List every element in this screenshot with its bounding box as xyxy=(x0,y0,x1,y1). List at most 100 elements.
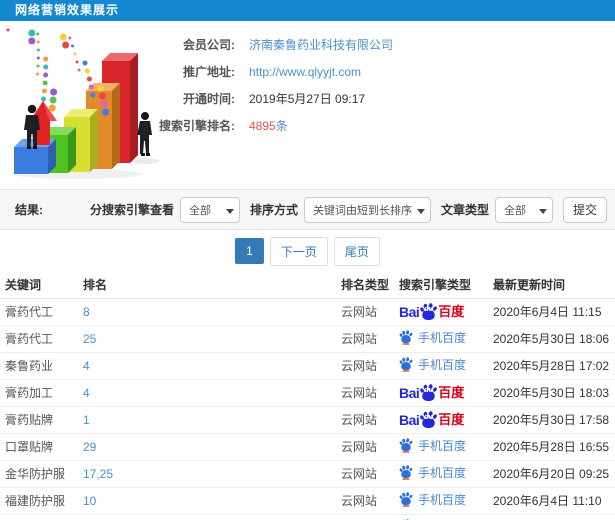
baidu-paw-icon xyxy=(399,491,413,507)
results-label: 结果: xyxy=(15,203,43,217)
next-page-button[interactable]: 下一页 xyxy=(269,236,328,266)
baidu-mobile-badge[interactable]: 手机百度 xyxy=(399,437,466,454)
table-row: 口罩贴牌 29 云网站 手机百度 2020年5月28日 16:55 xyxy=(0,433,615,461)
caret-down-icon xyxy=(538,208,547,214)
keyword-cell: 秦鲁药业 xyxy=(5,359,54,373)
rank-link[interactable]: 8 xyxy=(83,305,90,319)
baidu-mobile-label: 手机百度 xyxy=(418,330,467,345)
update-time-cell: 2020年6月4日 11:15 xyxy=(493,305,602,319)
baidu-logo-cn-text: 百度 xyxy=(438,384,465,400)
col-header-updated: 最新更新时间 xyxy=(488,272,615,299)
caret-down-icon xyxy=(416,208,425,214)
baidu-pc-logo[interactable]: Bai du 百度 xyxy=(399,410,464,430)
baidu-logo-text: Bai xyxy=(399,411,420,428)
rank-link[interactable]: 4 xyxy=(83,386,90,400)
baidu-mobile-label: 手机百度 xyxy=(418,357,467,372)
businessman-figure-right xyxy=(137,112,152,156)
page-1-button[interactable]: 1 xyxy=(235,238,264,264)
keyword-cell: 金华防护服 xyxy=(5,467,66,481)
table-row: 膏药代工 25 云网站 手机百度 2020年5月30日 18:06 xyxy=(0,325,615,353)
rank-link[interactable]: 10 xyxy=(83,494,96,508)
keyword-cell: 膏药代工 xyxy=(5,305,54,319)
table-row: 膏药贴牌 1 云网站 Bai du 百度 2020年5月30日 17:58 xyxy=(0,406,615,434)
baidu-paw-icon: du xyxy=(419,302,438,322)
baidu-mobile-badge[interactable]: 手机百度 xyxy=(399,464,466,481)
table-row: 手机百度 xyxy=(0,514,615,520)
update-time-cell: 2020年5月30日 17:58 xyxy=(493,413,610,427)
baidu-mobile-label: 手机百度 xyxy=(418,438,467,453)
keyword-cell: 膏药加工 xyxy=(5,386,54,400)
rank-type-cell: 云网站 xyxy=(341,413,378,427)
growth-bar-chart-illustration xyxy=(6,28,159,179)
caret-down-icon xyxy=(225,208,234,214)
sort-value: 关键词由短到长排序 xyxy=(312,204,412,217)
site-link[interactable]: http://www.qlyyjt.com xyxy=(249,65,361,79)
col-header-engine: 搜索引擎类型 xyxy=(391,272,488,299)
article-type-value: 全部 xyxy=(503,204,526,217)
open-time-value: 2019年5月27日 09:17 xyxy=(249,92,366,106)
rank-type-cell: 云网站 xyxy=(341,386,378,400)
rank-type-cell: 云网站 xyxy=(341,494,378,508)
company-link[interactable]: 济南秦鲁药业科技有限公司 xyxy=(249,36,393,53)
filter-controls: 分搜索引擎查看 全部 排序方式 关键词由短到长排序 文章类型 全部 提交 xyxy=(80,196,607,223)
rank-link[interactable]: 29 xyxy=(83,440,96,454)
keyword-cell: 福建防护服 xyxy=(5,494,66,508)
table-row: 金华防护服 17,25 云网站 手机百度 2020年6月20日 09:25 xyxy=(0,460,615,488)
engine-rank-value: 4895条 xyxy=(249,117,288,134)
baidu-logo-text: Bai xyxy=(399,303,420,320)
update-time-cell: 2020年6月4日 11:10 xyxy=(493,494,602,508)
pagination: 1 下一页 尾页 xyxy=(0,230,615,272)
table-header-row: 关键词 排名 排名类型 搜索引擎类型 最新更新时间 xyxy=(0,272,615,299)
col-header-rank: 排名 xyxy=(83,272,336,299)
baidu-mobile-label: 手机百度 xyxy=(418,465,467,480)
title-bar: 网络营销效果展示 xyxy=(0,0,615,21)
rank-type-cell: 云网站 xyxy=(341,440,378,454)
update-time-cell: 2020年6月20日 09:25 xyxy=(493,467,610,481)
keyword-table-body: 膏药代工 8 云网站 Bai du 百度 2020年6月4日 11:15 膏药代工 25 云网站手… xyxy=(0,298,615,520)
keyword-cell: 膏药代工 xyxy=(5,332,54,346)
baidu-pc-logo[interactable]: Bai du 百度 xyxy=(399,383,464,403)
baidu-paw-icon xyxy=(399,437,413,453)
rank-link[interactable]: 4 xyxy=(83,359,90,373)
keyword-cell: 口罩贴牌 xyxy=(5,440,54,454)
col-header-rank-type: 排名类型 xyxy=(336,272,391,299)
keyword-table: 关键词 排名 排名类型 搜索引擎类型 最新更新时间 膏药代工 8 云网站 Bai du 百… xyxy=(0,272,615,520)
article-type-label: 文章类型 xyxy=(440,203,489,217)
keyword-cell: 膏药贴牌 xyxy=(5,413,54,427)
rank-link[interactable]: 25 xyxy=(83,332,96,346)
rank-type-cell: 云网站 xyxy=(341,467,378,481)
baidu-logo-text: Bai xyxy=(399,384,420,401)
sort-select[interactable]: 关键词由短到长排序 xyxy=(303,196,431,223)
col-header-keyword: 关键词 xyxy=(0,272,83,299)
baidu-paw-icon xyxy=(399,356,413,372)
update-time-cell: 2020年5月30日 18:03 xyxy=(493,386,610,400)
last-page-button[interactable]: 尾页 xyxy=(333,236,380,266)
submit-button[interactable]: 提交 xyxy=(562,196,607,223)
table-row: 福建防护服 10 云网站 手机百度 2020年6月4日 11:10 xyxy=(0,487,615,515)
baidu-mobile-badge[interactable]: 手机百度 xyxy=(399,356,466,373)
rank-unit: 条 xyxy=(275,119,288,133)
rank-type-cell: 云网站 xyxy=(341,305,378,319)
engine-view-select[interactable]: 全部 xyxy=(179,196,240,223)
baidu-logo-cn-text: 百度 xyxy=(438,411,465,427)
update-time-cell: 2020年5月30日 18:06 xyxy=(493,332,610,346)
rank-count: 4895 xyxy=(249,119,276,133)
article-type-select[interactable]: 全部 xyxy=(494,196,553,223)
table-row: 秦鲁药业 4 云网站 手机百度 2020年5月28日 17:02 xyxy=(0,352,615,380)
update-time-cell: 2020年5月28日 17:02 xyxy=(493,359,610,373)
rank-type-cell: 云网站 xyxy=(341,359,378,373)
baidu-paw-icon xyxy=(399,464,413,480)
rank-type-cell: 云网站 xyxy=(341,332,378,346)
baidu-paw-icon: du xyxy=(419,410,438,430)
sort-label: 排序方式 xyxy=(249,203,298,217)
filter-bar: 结果: 分搜索引擎查看 全部 排序方式 关键词由短到长排序 文章类型 全部 提交 xyxy=(0,189,615,230)
member-info-section: 会员公司: 济南秦鲁药业科技有限公司 推广地址: http://www.qlyy… xyxy=(0,21,615,189)
rank-link[interactable]: 17,25 xyxy=(83,467,113,481)
update-time-cell: 2020年5月28日 16:55 xyxy=(493,440,610,454)
baidu-mobile-label: 手机百度 xyxy=(418,492,467,507)
rank-link[interactable]: 1 xyxy=(83,413,90,427)
baidu-pc-logo[interactable]: Bai du 百度 xyxy=(399,302,464,322)
baidu-mobile-badge[interactable]: 手机百度 xyxy=(399,491,466,508)
baidu-mobile-badge[interactable]: 手机百度 xyxy=(399,329,466,346)
baidu-paw-icon xyxy=(399,329,413,345)
